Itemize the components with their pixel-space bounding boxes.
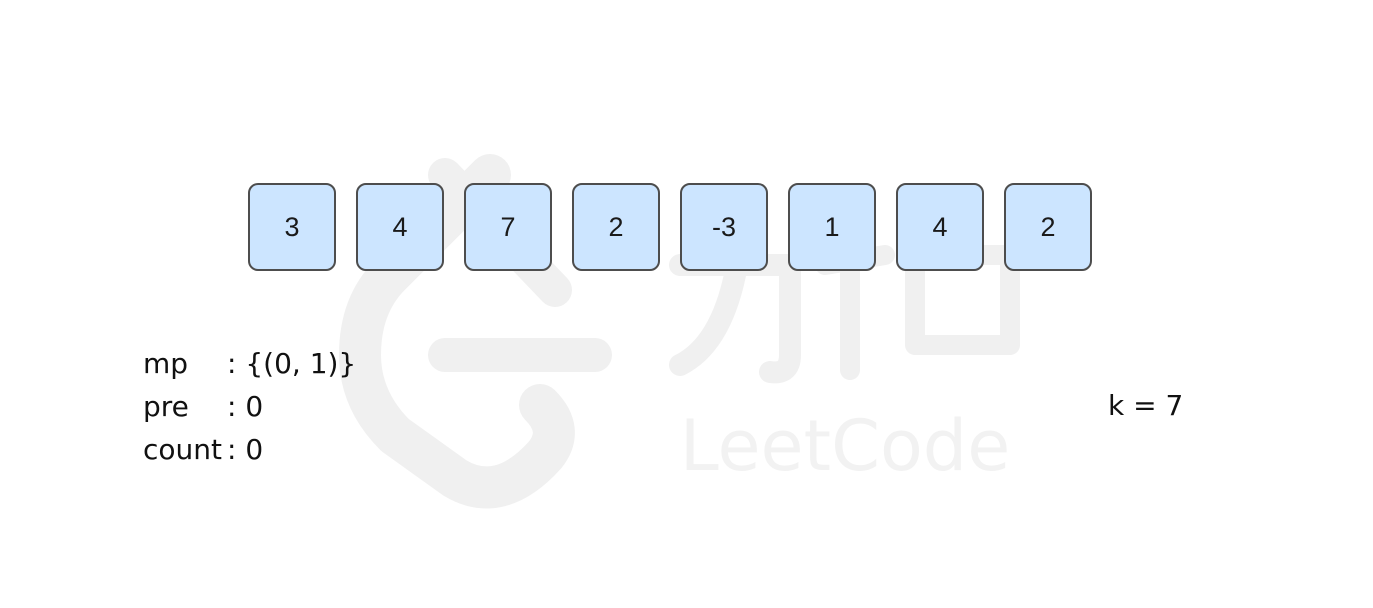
array-cell: 2 [1004, 183, 1092, 271]
array-cell: 2 [572, 183, 660, 271]
k-value: k = 7 [1108, 389, 1184, 422]
mp-row: mp : {(0, 1)} [143, 342, 356, 385]
pre-label: pre [143, 390, 189, 423]
array-cells: 3 4 7 2 -3 1 4 2 [248, 183, 1092, 271]
array-cell: 4 [896, 183, 984, 271]
watermark-char-li [669, 254, 801, 384]
array-cell: 4 [356, 183, 444, 271]
pre-row: pre : 0 [143, 385, 356, 428]
leetcode-watermark: LeetCode [339, 154, 1020, 509]
array-cell: -3 [680, 183, 768, 271]
mp-value: : {(0, 1)} [227, 347, 357, 380]
variables-panel: mp : {(0, 1)} pre : 0 count : 0 [143, 342, 356, 471]
array-cell: 1 [788, 183, 876, 271]
count-value: : 0 [227, 433, 264, 466]
watermark-text: LeetCode [680, 405, 1011, 487]
count-label: count [143, 433, 222, 466]
array-cell: 3 [248, 183, 336, 271]
array-cell: 7 [464, 183, 552, 271]
count-row: count : 0 [143, 428, 356, 471]
pre-value: : 0 [227, 390, 264, 423]
mp-label: mp [143, 347, 189, 380]
